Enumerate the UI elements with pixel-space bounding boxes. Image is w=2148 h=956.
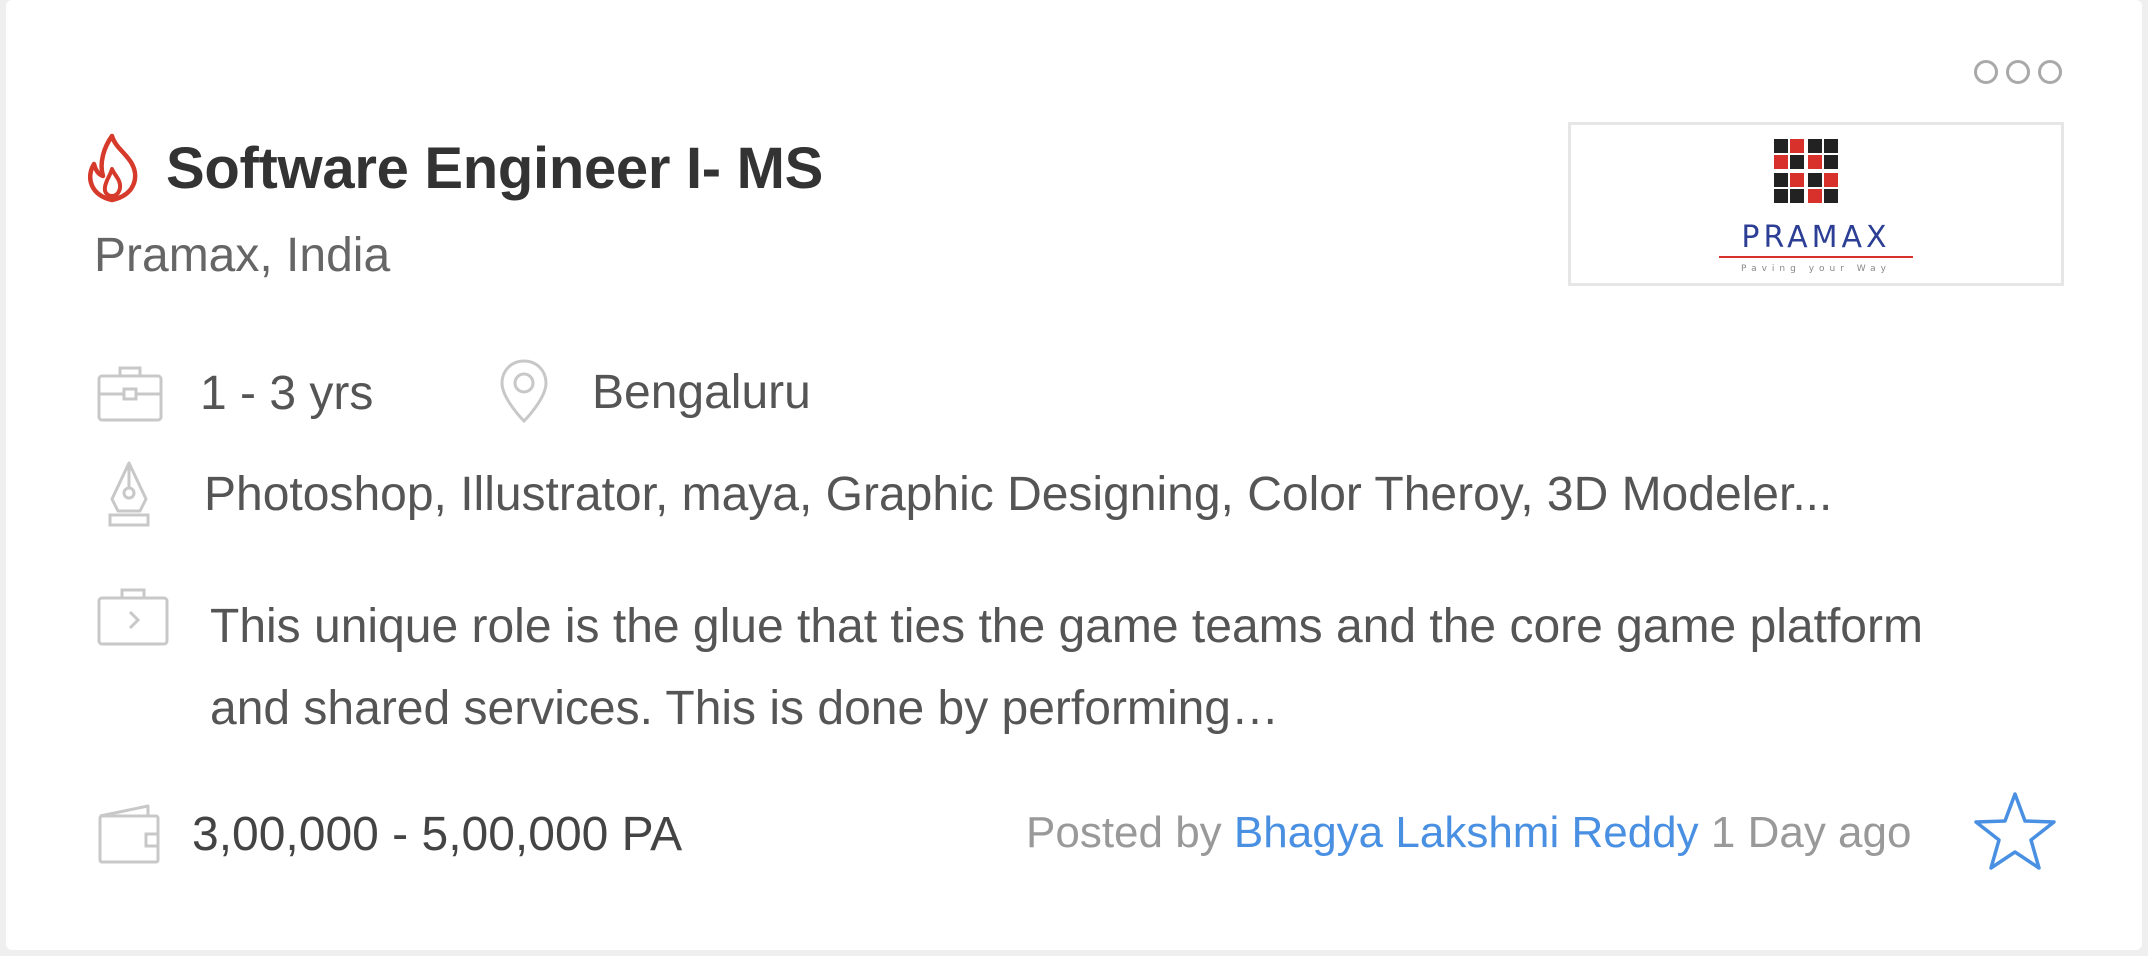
skills-row: Photoshop, Illustrator, maya, Graphic De… (96, 454, 1832, 534)
wallet-icon (98, 804, 160, 864)
svg-text:Paving your Way: Paving your Way (1741, 264, 1891, 274)
fire-icon (88, 133, 138, 203)
location-text: Bengaluru (592, 365, 811, 419)
location-row: Bengaluru (496, 352, 811, 432)
job-title[interactable]: Software Engineer I- MS (166, 135, 823, 202)
posted-by-link[interactable]: Bhagya Lakshmi Reddy (1234, 808, 1699, 857)
svg-text:PRAMAX: PRAMAX (1741, 220, 1890, 255)
salary-text: 3,00,000 - 5,00,000 PA (192, 807, 683, 861)
pen-nib-icon (108, 461, 150, 527)
job-description-icon (97, 588, 169, 646)
more-dot (1974, 60, 1998, 84)
posted-info: Posted by Bhagya Lakshmi Reddy 1 Day ago (1026, 808, 1911, 858)
briefcase-icon (97, 366, 163, 422)
job-card[interactable]: Software Engineer I- MS Pramax, India PR… (6, 0, 2142, 950)
experience-text: 1 - 3 yrs (200, 366, 374, 420)
more-dot (2006, 60, 2030, 84)
posted-time: 1 Day ago (1710, 808, 1912, 857)
company-name[interactable]: Pramax, India (94, 228, 390, 283)
experience-row: 1 - 3 yrs (96, 356, 373, 430)
star-icon[interactable] (1972, 788, 2058, 874)
salary-row: 3,00,000 - 5,00,000 PA (96, 794, 682, 874)
more-options-icon[interactable] (1974, 60, 2066, 86)
posted-prefix: Posted by (1026, 808, 1222, 857)
more-dot (2038, 60, 2062, 84)
pramax-logo-image: PRAMAX Paving your Way (1719, 139, 1913, 274)
job-description: This unique role is the glue that ties t… (210, 600, 1923, 735)
company-logo[interactable]: PRAMAX Paving your Way (1568, 122, 2064, 286)
skills-text: Photoshop, Illustrator, maya, Graphic De… (204, 467, 1833, 521)
title-row: Software Engineer I- MS (82, 128, 823, 208)
location-pin-icon (500, 359, 548, 424)
